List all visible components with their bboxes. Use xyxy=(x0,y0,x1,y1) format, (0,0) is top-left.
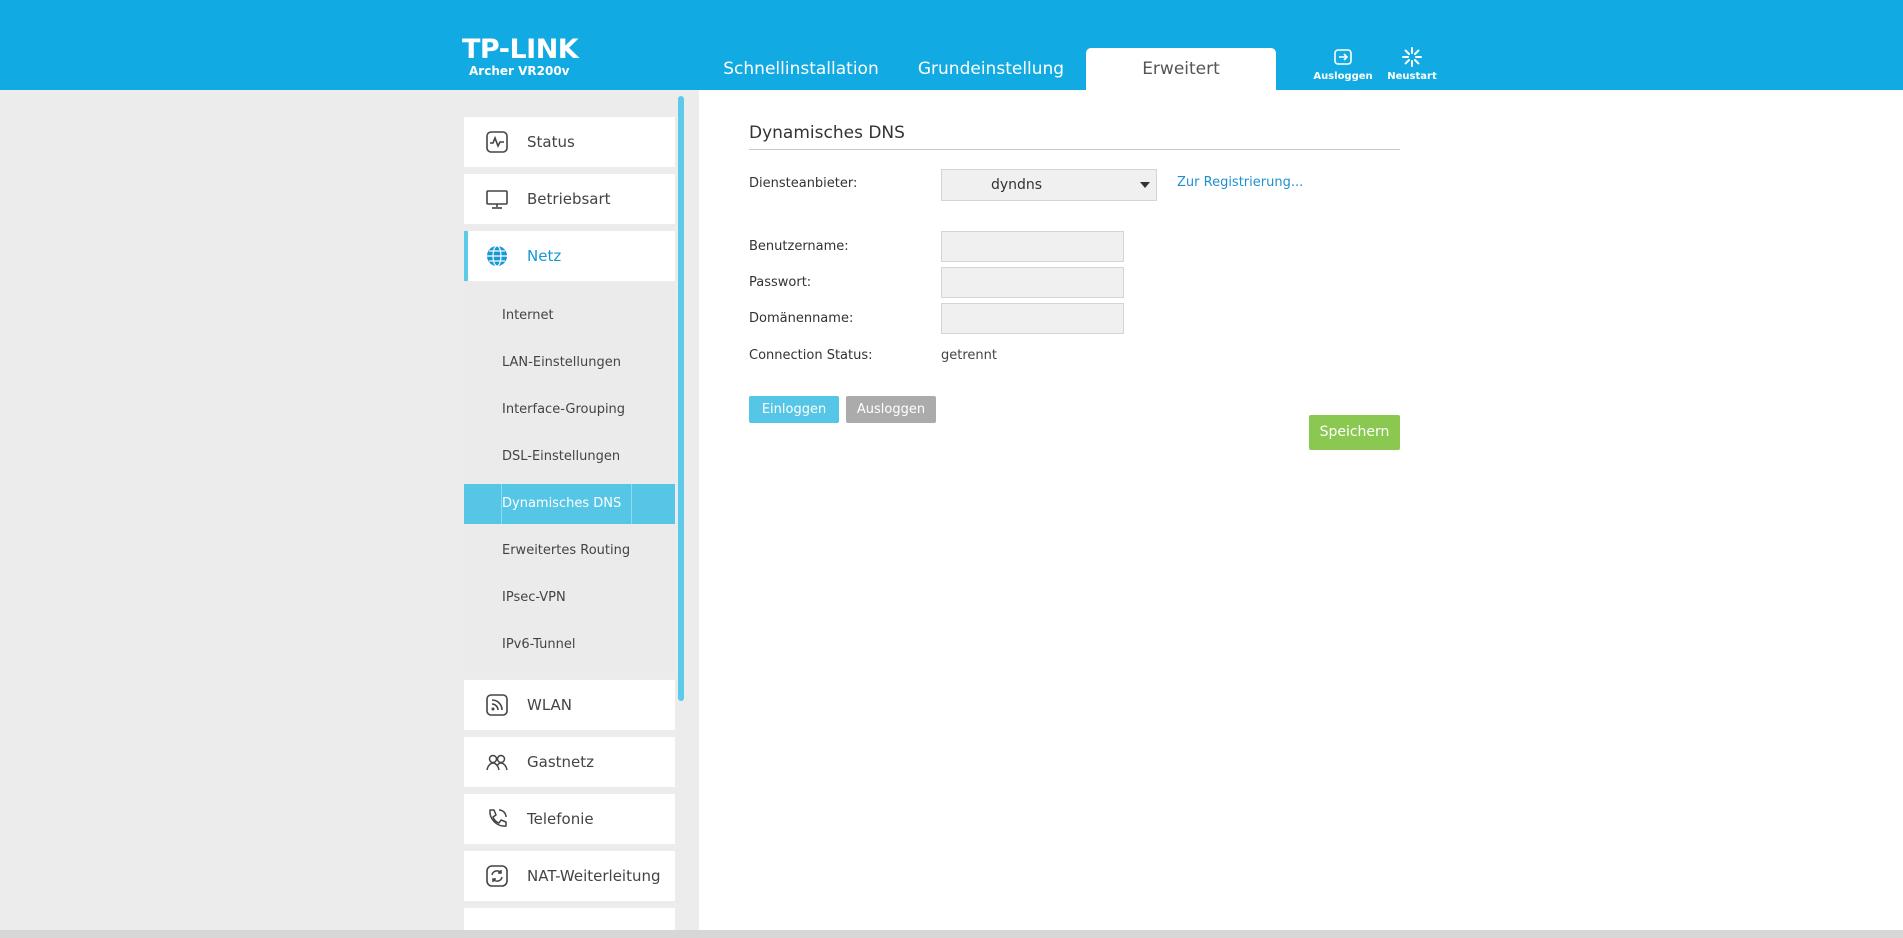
password-input[interactable] xyxy=(941,267,1124,298)
status-icon xyxy=(486,131,508,153)
phone-icon xyxy=(489,809,507,827)
connection-status-value: getrennt xyxy=(941,348,997,363)
sidebar-item-more[interactable] xyxy=(464,908,675,930)
logo-text: TP-LINK xyxy=(462,34,579,65)
model-name: Archer VR200v xyxy=(469,64,570,78)
nat-icon xyxy=(486,865,508,887)
sidebar-subitem-dsl[interactable]: DSL-Einstellungen xyxy=(464,437,675,477)
guest-network-icon xyxy=(486,754,508,771)
tp-link-logo: TP-LINK Archer VR200v xyxy=(462,34,579,79)
content-area xyxy=(699,90,1903,930)
sidebar: Status Betriebsart Netz Internet LAN-Ein… xyxy=(464,90,675,930)
netz-submenu: Internet LAN-Einstellungen Interface-Gro… xyxy=(464,281,675,673)
sidebar-item-telefonie[interactable]: Telefonie xyxy=(464,794,675,844)
reboot-header-label: Neustart xyxy=(1387,71,1437,82)
sidebar-item-label: Netz xyxy=(527,247,562,265)
sidebar-subitem-lan[interactable]: LAN-Einstellungen xyxy=(464,343,675,383)
sidebar-scrollbar[interactable] xyxy=(678,96,684,701)
sidebar-subitem-internet[interactable]: Internet xyxy=(464,296,675,336)
provider-select[interactable]: dyndns xyxy=(941,169,1157,201)
domain-label: Domänenname: xyxy=(749,311,854,326)
sidebar-item-betriebsart[interactable]: Betriebsart xyxy=(464,174,675,224)
sidebar-subitem-ipv6-tunnel[interactable]: IPv6-Tunnel xyxy=(464,625,675,665)
domain-input[interactable] xyxy=(941,303,1124,334)
sidebar-item-wlan[interactable]: WLAN xyxy=(464,680,675,730)
sidebar-item-status[interactable]: Status xyxy=(464,117,675,167)
sidebar-item-label: Gastnetz xyxy=(527,753,595,771)
sidebar-subitem-ddns[interactable]: Dynamisches DNS xyxy=(464,484,675,524)
sidebar-item-label: NAT-Weiterleitung xyxy=(527,867,661,885)
page-title: Dynamisches DNS xyxy=(749,123,905,143)
provider-select-value: dyndns xyxy=(991,177,1043,193)
wifi-icon xyxy=(486,694,508,716)
sidebar-subitem-interface-grouping[interactable]: Interface-Grouping xyxy=(464,390,675,430)
provider-label: Diensteanbieter: xyxy=(749,176,858,191)
sidebar-item-nat[interactable]: NAT-Weiterleitung xyxy=(464,851,675,901)
register-link[interactable]: Zur Registrierung... xyxy=(1177,175,1303,190)
sidebar-item-label: Status xyxy=(527,133,575,151)
tab-advanced[interactable]: Erweitert xyxy=(1086,48,1276,90)
logout-icon xyxy=(1334,49,1352,65)
sidebar-subitem-ipsec[interactable]: IPsec-VPN xyxy=(464,578,675,618)
tab-quick-setup[interactable]: Schnellinstallation xyxy=(716,48,886,90)
logout-header-label: Ausloggen xyxy=(1313,71,1373,82)
save-button[interactable]: Speichern xyxy=(1309,415,1400,450)
login-button[interactable]: Einloggen xyxy=(749,396,839,423)
monitor-icon xyxy=(486,190,508,209)
globe-icon xyxy=(487,245,507,267)
sidebar-item-netz[interactable]: Netz xyxy=(464,231,675,281)
chevron-down-icon xyxy=(1140,182,1150,188)
password-label: Passwort: xyxy=(749,275,812,290)
top-header: TP-LINK Archer VR200v Schnellinstallatio… xyxy=(0,0,1903,90)
username-label: Benutzername: xyxy=(749,239,849,254)
logout-button[interactable]: Ausloggen xyxy=(846,396,936,423)
sidebar-item-label: Telefonie xyxy=(527,810,594,828)
tab-basic[interactable]: Grundeinstellung xyxy=(912,48,1070,90)
sidebar-subitem-routing[interactable]: Erweitertes Routing xyxy=(464,531,675,571)
logout-header-button[interactable]: Ausloggen xyxy=(1312,46,1374,82)
bottom-bar xyxy=(0,930,1903,938)
sidebar-item-label: WLAN xyxy=(527,696,573,714)
connection-status-label: Connection Status: xyxy=(749,348,873,363)
sidebar-item-gastnetz[interactable]: Gastnetz xyxy=(464,737,675,787)
reboot-header-button[interactable]: Neustart xyxy=(1381,46,1443,82)
reboot-icon xyxy=(1402,47,1422,67)
sidebar-item-label: Betriebsart xyxy=(527,190,611,208)
username-input[interactable] xyxy=(941,231,1124,262)
title-divider xyxy=(749,149,1400,150)
